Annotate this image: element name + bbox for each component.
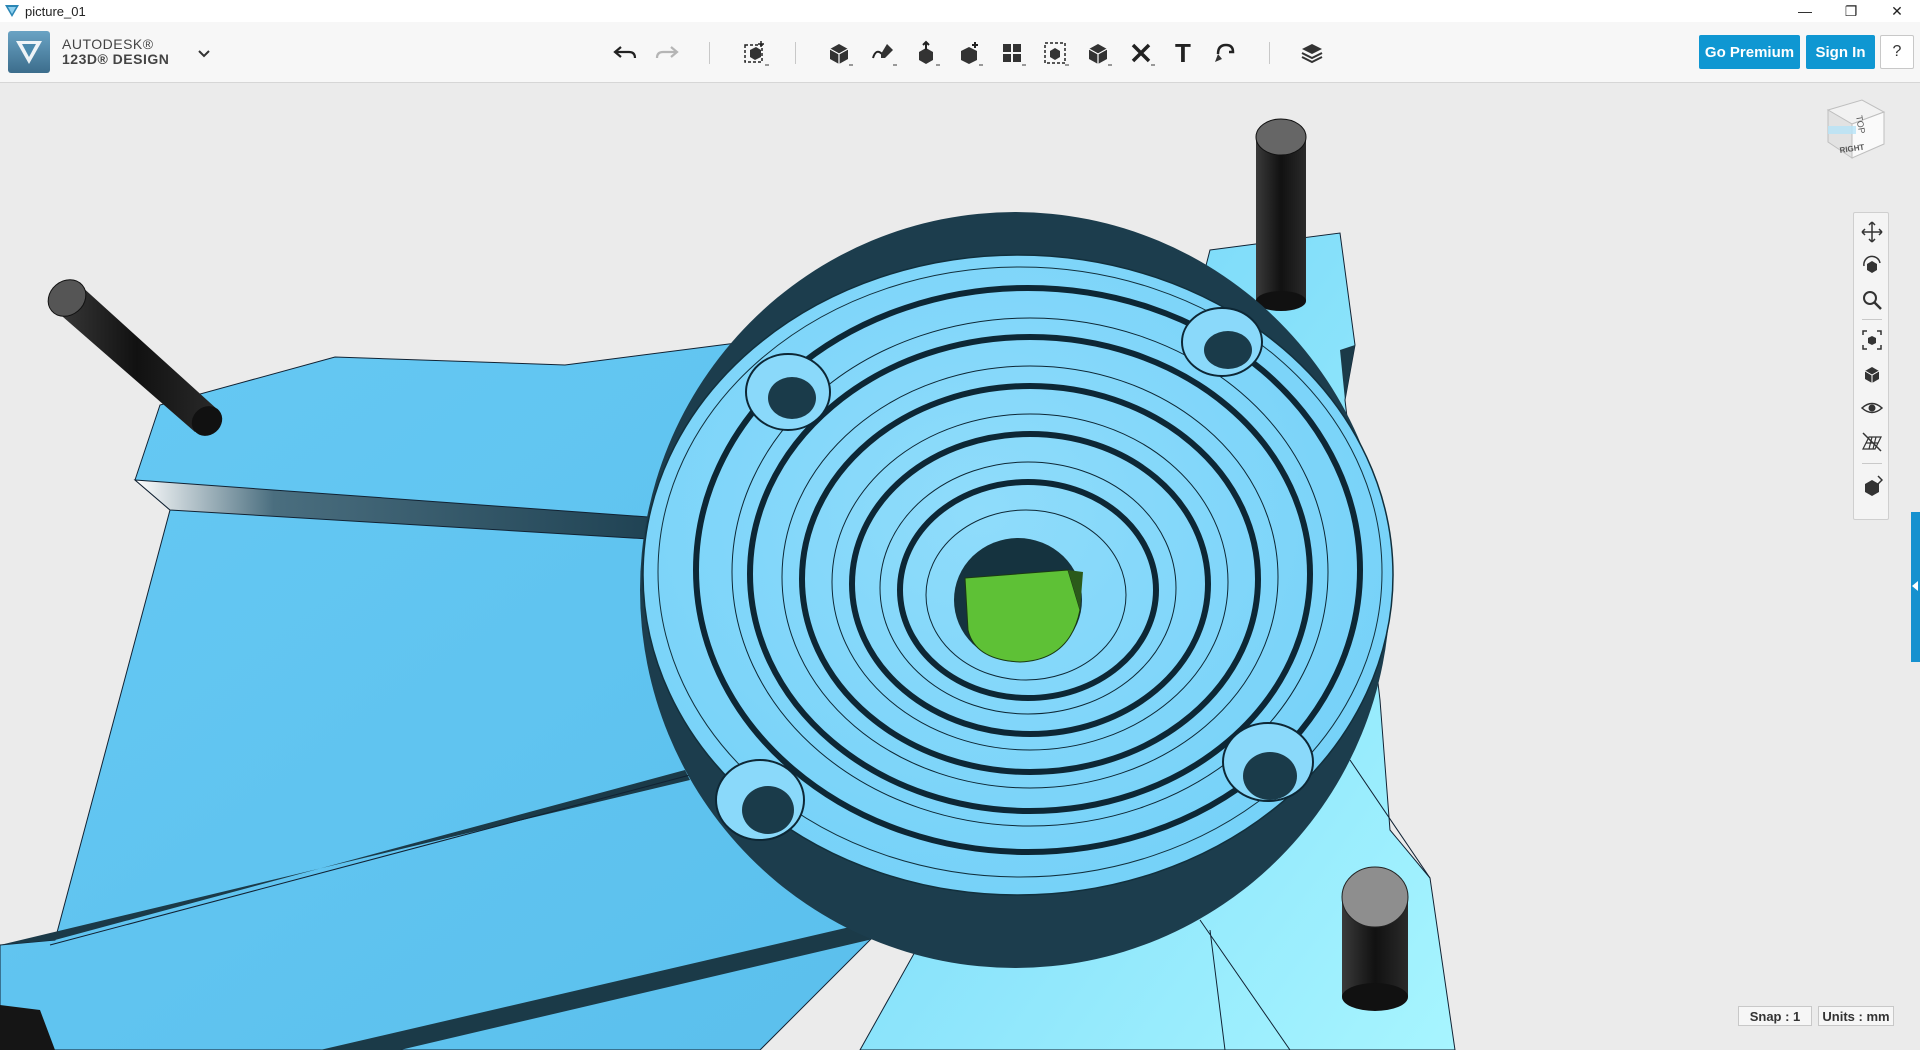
transform-icon[interactable] [738,36,772,70]
pattern-icon[interactable] [995,36,1029,70]
chevron-down-icon[interactable] [195,46,213,60]
sketch-icon[interactable] [866,36,900,70]
brand-line1: AUTODESK® [62,36,154,52]
restore-button[interactable]: ❐ [1828,0,1874,22]
sign-in-button[interactable]: Sign In [1806,35,1875,69]
main-toolbar: AUTODESK® 123D® DESIGN T Go Premium Sign… [0,22,1920,83]
screw-hole-bottom-right[interactable] [1222,722,1314,802]
snap-icon[interactable] [1208,36,1242,70]
undo-icon[interactable] [608,36,642,70]
3d-viewport[interactable]: TOP RIGHT Snap: 1 Units: mm [0,83,1920,1050]
primitives-icon[interactable] [822,36,856,70]
minimize-button[interactable]: — [1782,0,1828,22]
brand-text: AUTODESK® 123D® DESIGN [62,37,169,67]
text-tool-glyph: T [1175,37,1191,68]
model-scene[interactable] [0,83,1920,1050]
navbar-separator [1862,463,1882,464]
screw-hole-bottom-left[interactable] [715,759,805,841]
construct-icon[interactable] [909,36,943,70]
grid-icon[interactable] [1859,429,1885,455]
pin-bottom-right[interactable] [1341,866,1409,1011]
combine-icon[interactable] [1081,36,1115,70]
pin-top-left[interactable] [41,272,229,442]
units-status[interactable]: Units : mm [1818,1006,1894,1026]
brand-line2: 123D® DESIGN [62,51,170,67]
redo-icon[interactable] [650,36,684,70]
snap-status[interactable]: Snap : 1 [1738,1006,1812,1026]
window-title: picture_01 [25,3,86,19]
pin-top-right[interactable] [1255,118,1307,311]
app-logo-badge [8,31,50,73]
chevron-left-icon [1912,581,1918,591]
side-panel-toggle[interactable] [1911,512,1920,662]
help-button[interactable]: ? [1880,35,1914,69]
visibility-icon[interactable] [1859,395,1885,421]
modify-icon[interactable] [952,36,986,70]
navigation-bar [1853,212,1889,520]
window-controls: — ❐ ✕ [1782,0,1920,22]
close-button[interactable]: ✕ [1874,0,1920,22]
material-visibility-icon[interactable] [1859,473,1885,499]
material-icon[interactable] [1295,36,1329,70]
go-premium-button[interactable]: Go Premium [1699,35,1800,69]
grouping-icon[interactable] [1038,36,1072,70]
app-logo-icon [5,5,19,17]
toolbar-separator [795,42,796,64]
text-icon[interactable]: T [1166,36,1200,70]
triangle-logo-icon [16,41,42,64]
title-bar: picture_01 — ❐ ✕ [0,0,1920,22]
orbit-icon[interactable] [1859,253,1885,279]
screw-hole-top-right[interactable] [1181,307,1263,377]
view-icon[interactable] [1859,361,1885,387]
app-window: picture_01 — ❐ ✕ AUTODESK® 123D® DESIGN [0,0,1920,1050]
view-cube[interactable]: TOP RIGHT [1822,96,1892,176]
fit-icon[interactable] [1859,327,1885,353]
screw-hole-top-left[interactable] [745,353,831,431]
measure-icon[interactable] [1124,36,1158,70]
pan-icon[interactable] [1859,219,1885,245]
zoom-icon[interactable] [1859,287,1885,313]
toolbar-separator [1269,42,1270,64]
brand[interactable]: AUTODESK® 123D® DESIGN [8,31,169,73]
navbar-separator [1862,319,1882,320]
toolbar-separator [709,42,710,64]
